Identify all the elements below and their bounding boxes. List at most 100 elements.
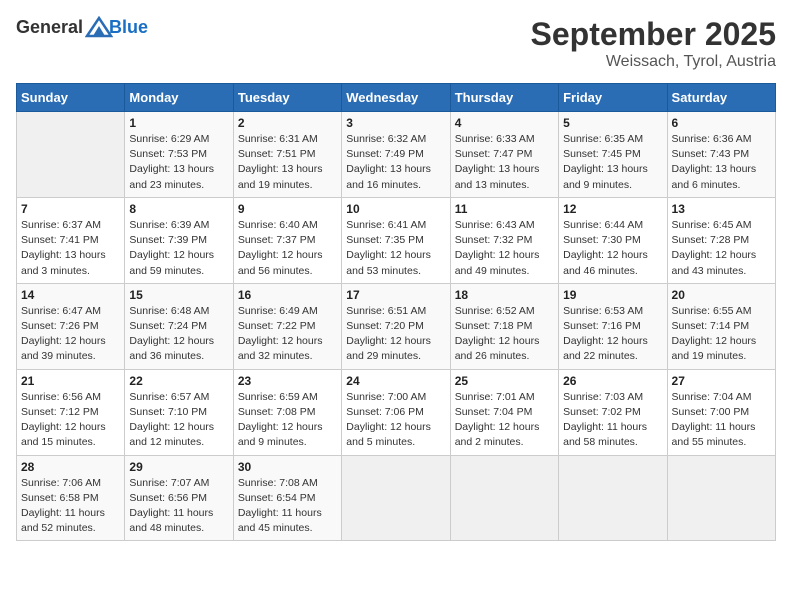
calendar-cell <box>450 455 558 541</box>
calendar-cell: 9 Sunrise: 6:40 AM Sunset: 7:37 PM Daylig… <box>233 197 341 283</box>
calendar-cell: 29 Sunrise: 7:07 AM Sunset: 6:56 PM Dayli… <box>125 455 233 541</box>
calendar-cell: 3 Sunrise: 6:32 AM Sunset: 7:49 PM Daylig… <box>342 112 450 198</box>
calendar-cell: 1Sunrise: 6:29 AM Sunset: 7:53 PM Daylig… <box>125 112 233 198</box>
day-info: Sunrise: 6:49 AM Sunset: 7:22 PM Dayligh… <box>238 304 337 365</box>
day-info: Sunrise: 6:31 AM Sunset: 7:51 PM Dayligh… <box>238 132 337 193</box>
calendar-cell: 4 Sunrise: 6:33 AM Sunset: 7:47 PM Daylig… <box>450 112 558 198</box>
day-number: 22 <box>129 374 228 388</box>
day-info: Sunrise: 7:08 AM Sunset: 6:54 PM Dayligh… <box>238 476 337 537</box>
day-number: 14 <box>21 288 120 302</box>
day-info: Sunrise: 6:48 AM Sunset: 7:24 PM Dayligh… <box>129 304 228 365</box>
day-number: 15 <box>129 288 228 302</box>
day-info: Sunrise: 6:44 AM Sunset: 7:30 PM Dayligh… <box>563 218 662 279</box>
calendar-cell: 18Sunrise: 6:52 AM Sunset: 7:18 PM Dayli… <box>450 283 558 369</box>
day-number: 17 <box>346 288 445 302</box>
week-row-1: 1Sunrise: 6:29 AM Sunset: 7:53 PM Daylig… <box>17 112 776 198</box>
day-number: 25 <box>455 374 554 388</box>
calendar-cell: 2 Sunrise: 6:31 AM Sunset: 7:51 PM Daylig… <box>233 112 341 198</box>
day-info: Sunrise: 7:01 AM Sunset: 7:04 PM Dayligh… <box>455 390 554 451</box>
day-info: Sunrise: 6:41 AM Sunset: 7:35 PM Dayligh… <box>346 218 445 279</box>
calendar-cell: 23 Sunrise: 6:59 AM Sunset: 7:08 PM Dayli… <box>233 369 341 455</box>
calendar-cell: 25 Sunrise: 7:01 AM Sunset: 7:04 PM Dayli… <box>450 369 558 455</box>
day-info: Sunrise: 6:45 AM Sunset: 7:28 PM Dayligh… <box>672 218 771 279</box>
day-header-sunday: Sunday <box>17 84 125 112</box>
day-info: Sunrise: 6:32 AM Sunset: 7:49 PM Dayligh… <box>346 132 445 193</box>
day-number: 12 <box>563 202 662 216</box>
day-number: 16 <box>238 288 337 302</box>
day-info: Sunrise: 6:51 AM Sunset: 7:20 PM Dayligh… <box>346 304 445 365</box>
calendar-cell <box>17 112 125 198</box>
calendar-cell <box>342 455 450 541</box>
day-number: 28 <box>21 460 120 474</box>
location-title: Weissach, Tyrol, Austria <box>531 53 776 71</box>
day-number: 21 <box>21 374 120 388</box>
calendar-cell <box>559 455 667 541</box>
day-info: Sunrise: 6:56 AM Sunset: 7:12 PM Dayligh… <box>21 390 120 451</box>
calendar-cell: 10 Sunrise: 6:41 AM Sunset: 7:35 PM Dayli… <box>342 197 450 283</box>
calendar-cell: 22 Sunrise: 6:57 AM Sunset: 7:10 PM Dayli… <box>125 369 233 455</box>
calendar-cell: 15 Sunrise: 6:48 AM Sunset: 7:24 PM Dayli… <box>125 283 233 369</box>
calendar-cell: 17 Sunrise: 6:51 AM Sunset: 7:20 PM Dayli… <box>342 283 450 369</box>
day-number: 27 <box>672 374 771 388</box>
calendar-cell: 16 Sunrise: 6:49 AM Sunset: 7:22 PM Dayli… <box>233 283 341 369</box>
day-number: 6 <box>672 116 771 130</box>
calendar-cell: 30 Sunrise: 7:08 AM Sunset: 6:54 PM Dayli… <box>233 455 341 541</box>
day-header-monday: Monday <box>125 84 233 112</box>
calendar-cell: 5Sunrise: 6:35 AM Sunset: 7:45 PM Daylig… <box>559 112 667 198</box>
day-number: 2 <box>238 116 337 130</box>
day-info: Sunrise: 6:57 AM Sunset: 7:10 PM Dayligh… <box>129 390 228 451</box>
day-info: Sunrise: 6:33 AM Sunset: 7:47 PM Dayligh… <box>455 132 554 193</box>
calendar-cell: 8 Sunrise: 6:39 AM Sunset: 7:39 PM Daylig… <box>125 197 233 283</box>
day-info: Sunrise: 6:52 AM Sunset: 7:18 PM Dayligh… <box>455 304 554 365</box>
day-number: 8 <box>129 202 228 216</box>
day-header-friday: Friday <box>559 84 667 112</box>
day-info: Sunrise: 6:59 AM Sunset: 7:08 PM Dayligh… <box>238 390 337 451</box>
day-number: 30 <box>238 460 337 474</box>
day-number: 4 <box>455 116 554 130</box>
calendar-cell: 26Sunrise: 7:03 AM Sunset: 7:02 PM Dayli… <box>559 369 667 455</box>
day-number: 11 <box>455 202 554 216</box>
day-info: Sunrise: 6:35 AM Sunset: 7:45 PM Dayligh… <box>563 132 662 193</box>
month-title: September 2025 <box>531 16 776 53</box>
calendar-cell: 19 Sunrise: 6:53 AM Sunset: 7:16 PM Dayli… <box>559 283 667 369</box>
calendar-cell: 14Sunrise: 6:47 AM Sunset: 7:26 PM Dayli… <box>17 283 125 369</box>
day-header-thursday: Thursday <box>450 84 558 112</box>
day-number: 23 <box>238 374 337 388</box>
calendar-cell: 28Sunrise: 7:06 AM Sunset: 6:58 PM Dayli… <box>17 455 125 541</box>
day-number: 19 <box>563 288 662 302</box>
day-header-tuesday: Tuesday <box>233 84 341 112</box>
calendar-cell: 12 Sunrise: 6:44 AM Sunset: 7:30 PM Dayli… <box>559 197 667 283</box>
days-header-row: SundayMondayTuesdayWednesdayThursdayFrid… <box>17 84 776 112</box>
day-info: Sunrise: 7:03 AM Sunset: 7:02 PM Dayligh… <box>563 390 662 451</box>
day-info: Sunrise: 7:00 AM Sunset: 7:06 PM Dayligh… <box>346 390 445 451</box>
calendar-cell: 11 Sunrise: 6:43 AM Sunset: 7:32 PM Dayli… <box>450 197 558 283</box>
calendar-cell <box>667 455 775 541</box>
day-info: Sunrise: 6:37 AM Sunset: 7:41 PM Dayligh… <box>21 218 120 279</box>
calendar-cell: 6 Sunrise: 6:36 AM Sunset: 7:43 PM Daylig… <box>667 112 775 198</box>
day-number: 29 <box>129 460 228 474</box>
title-area: September 2025 Weissach, Tyrol, Austria <box>531 16 776 71</box>
week-row-4: 21 Sunrise: 6:56 AM Sunset: 7:12 PM Dayli… <box>17 369 776 455</box>
day-info: Sunrise: 6:36 AM Sunset: 7:43 PM Dayligh… <box>672 132 771 193</box>
day-info: Sunrise: 6:55 AM Sunset: 7:14 PM Dayligh… <box>672 304 771 365</box>
day-info: Sunrise: 6:29 AM Sunset: 7:53 PM Dayligh… <box>129 132 228 193</box>
day-info: Sunrise: 7:07 AM Sunset: 6:56 PM Dayligh… <box>129 476 228 537</box>
calendar-cell: 13Sunrise: 6:45 AM Sunset: 7:28 PM Dayli… <box>667 197 775 283</box>
week-row-5: 28Sunrise: 7:06 AM Sunset: 6:58 PM Dayli… <box>17 455 776 541</box>
day-info: Sunrise: 7:04 AM Sunset: 7:00 PM Dayligh… <box>672 390 771 451</box>
calendar-cell: 21 Sunrise: 6:56 AM Sunset: 7:12 PM Dayli… <box>17 369 125 455</box>
day-number: 24 <box>346 374 445 388</box>
day-number: 3 <box>346 116 445 130</box>
logo: General Blue <box>16 16 148 38</box>
day-info: Sunrise: 6:40 AM Sunset: 7:37 PM Dayligh… <box>238 218 337 279</box>
week-row-2: 7Sunrise: 6:37 AM Sunset: 7:41 PM Daylig… <box>17 197 776 283</box>
day-header-saturday: Saturday <box>667 84 775 112</box>
day-info: Sunrise: 6:43 AM Sunset: 7:32 PM Dayligh… <box>455 218 554 279</box>
day-info: Sunrise: 6:39 AM Sunset: 7:39 PM Dayligh… <box>129 218 228 279</box>
day-info: Sunrise: 6:53 AM Sunset: 7:16 PM Dayligh… <box>563 304 662 365</box>
logo-blue-text: Blue <box>109 17 148 38</box>
logo-general-text: General <box>16 17 83 38</box>
day-number: 9 <box>238 202 337 216</box>
day-number: 10 <box>346 202 445 216</box>
calendar-table: SundayMondayTuesdayWednesdayThursdayFrid… <box>16 83 776 541</box>
